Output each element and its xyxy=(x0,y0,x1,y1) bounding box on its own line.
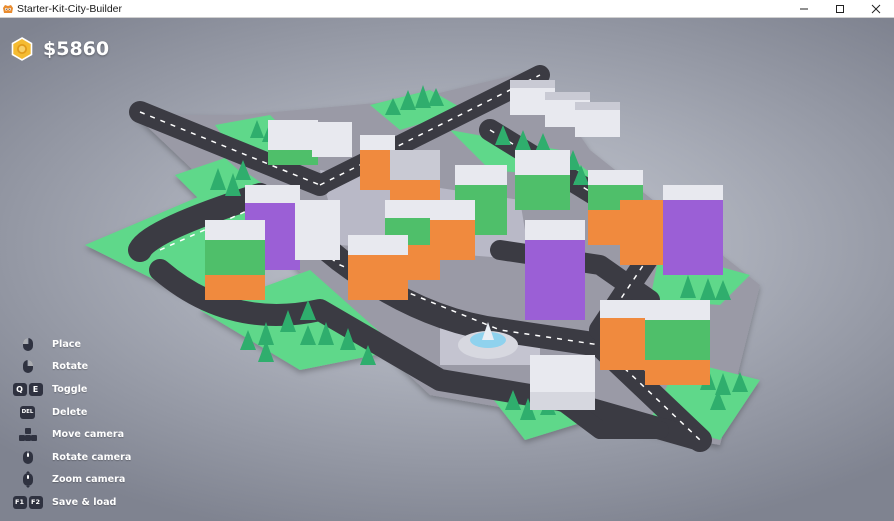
control-rotate: Rotate xyxy=(9,356,131,379)
mouse-middle-icon xyxy=(22,450,33,464)
mouse-right-click-icon xyxy=(22,360,33,374)
mouse-left-click-icon xyxy=(22,337,33,351)
control-label: Toggle xyxy=(52,383,88,395)
key-e: E xyxy=(28,382,43,396)
mouse-scroll-icon xyxy=(22,471,33,489)
close-icon xyxy=(871,4,881,13)
wasd-keys-icon xyxy=(18,428,37,442)
delete-key-icon: DEL xyxy=(20,405,35,419)
control-rotate-camera: Rotate camera xyxy=(9,446,131,469)
window-titlebar: Starter-Kit-City-Builder xyxy=(0,0,894,18)
control-label: Place xyxy=(52,338,81,350)
key-q: Q xyxy=(12,382,27,396)
control-label: Delete xyxy=(52,406,88,418)
money-display: $5860 xyxy=(10,37,109,61)
control-label: Rotate camera xyxy=(52,451,132,463)
control-delete: DEL Delete xyxy=(9,401,131,424)
control-save-load: F1 F2 Save & load xyxy=(9,491,131,514)
control-label: Save & load xyxy=(52,496,117,508)
money-amount: $5860 xyxy=(43,38,110,60)
key-f1: F1 xyxy=(12,495,27,509)
control-move-camera: Move camera xyxy=(9,423,131,446)
key-f2: F2 xyxy=(28,495,43,509)
city-scene[interactable] xyxy=(0,18,894,521)
control-toggle: Q E Toggle xyxy=(9,378,131,401)
control-label: Zoom camera xyxy=(52,474,126,486)
minimize-icon xyxy=(800,8,808,9)
godot-icon xyxy=(3,4,13,13)
maximize-button[interactable] xyxy=(822,0,858,17)
control-label: Rotate xyxy=(52,361,89,373)
control-zoom-camera: Zoom camera xyxy=(9,469,131,492)
minimize-button[interactable] xyxy=(786,0,822,17)
coin-icon xyxy=(11,37,33,61)
control-label: Move camera xyxy=(52,429,125,441)
game-viewport[interactable]: $5860 Place Rotate Q E Toggle DEL Delete… xyxy=(0,18,894,521)
controls-legend: Place Rotate Q E Toggle DEL Delete Move … xyxy=(9,333,131,514)
window-title: Starter-Kit-City-Builder xyxy=(17,2,123,15)
maximize-icon xyxy=(836,4,844,13)
control-place: Place xyxy=(9,333,131,356)
close-button[interactable] xyxy=(858,0,894,17)
